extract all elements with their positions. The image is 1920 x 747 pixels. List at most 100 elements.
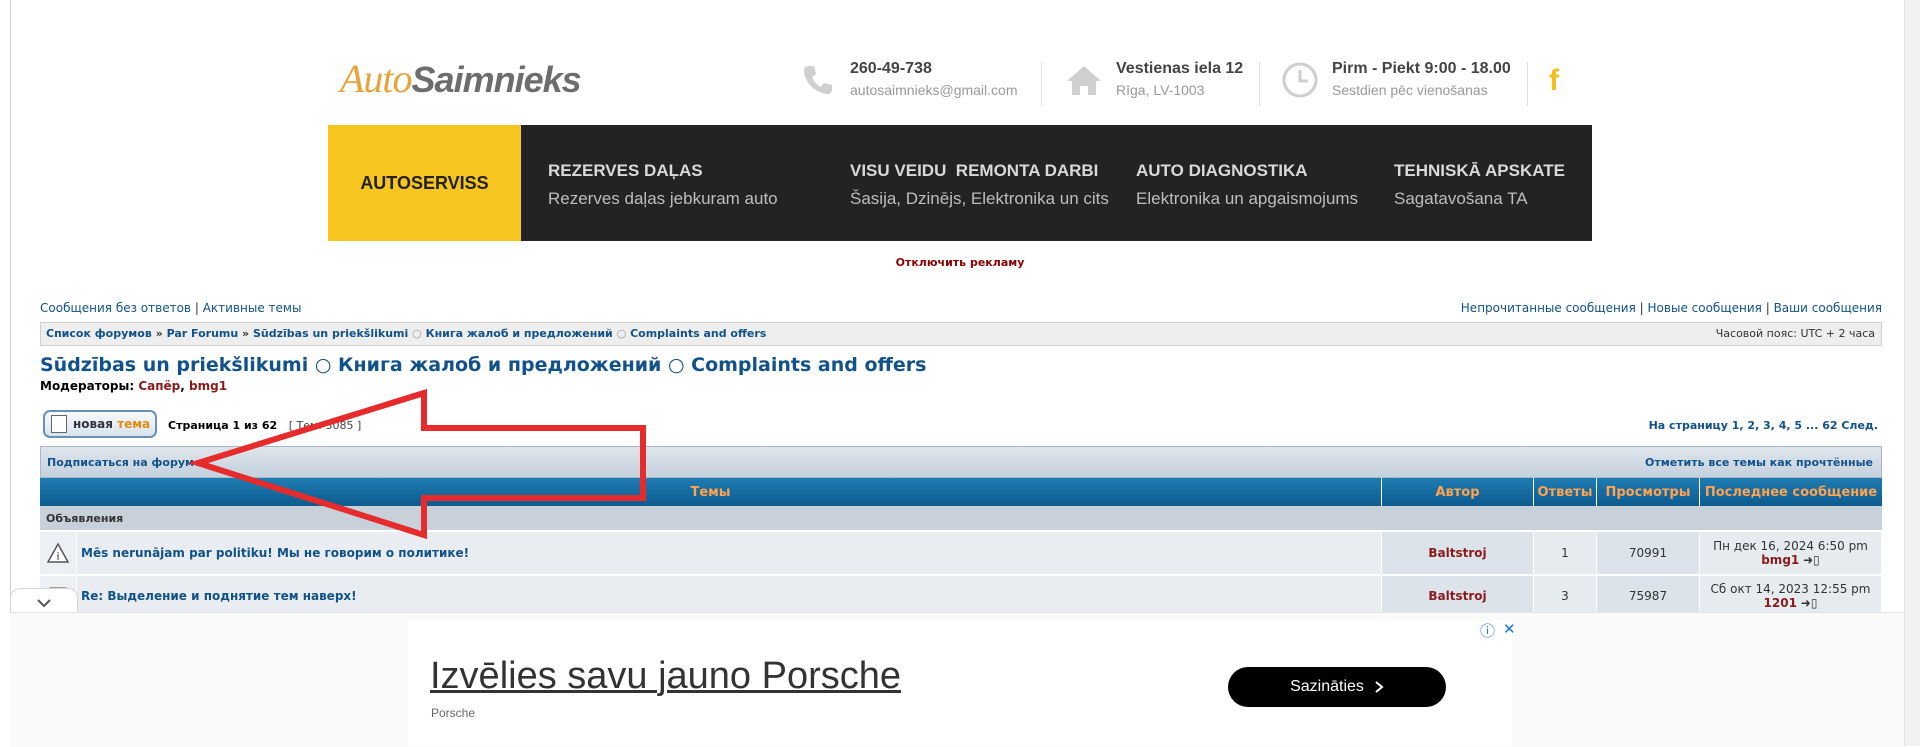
topics-table-header: Темы Автор Ответы Просмотры Последнее со… bbox=[40, 478, 1882, 506]
goto-post-icon[interactable]: ➜▯ bbox=[1801, 596, 1818, 610]
timezone-label: Часовой пояс: UTC + 2 часа bbox=[1715, 327, 1875, 340]
contact-phone: 260-49-738 autosaimnieks@gmail.com bbox=[798, 60, 1018, 100]
view-count: 75987 bbox=[1597, 576, 1700, 616]
moderators: Модераторы: Сапёр, bmg1 bbox=[40, 379, 228, 393]
nav-item-title: TEHNISKĀ APSKATE bbox=[1394, 161, 1565, 180]
scrollbar[interactable] bbox=[1904, 0, 1920, 746]
reply-count: 3 bbox=[1534, 576, 1597, 616]
address-street: Vestienas iela 12 bbox=[1116, 60, 1244, 77]
new-topic-button[interactable]: новая тема bbox=[43, 410, 157, 438]
ad-brand: Porsche bbox=[431, 706, 476, 720]
breadcrumb-complaints[interactable]: Complaints and offers bbox=[630, 327, 766, 340]
active-topics-link[interactable]: Активные темы bbox=[203, 301, 302, 315]
nav-item-remonta[interactable]: VISU VEIDU REMONTA DARBI Šasija, Dzinējs… bbox=[850, 161, 1109, 209]
topic-count: [ Тем: 3085 ] bbox=[288, 419, 362, 432]
breadcrumb-separator: ○ bbox=[616, 327, 627, 340]
table-row: Re: Выделение и поднятие тем наверх! Bal… bbox=[40, 575, 1882, 616]
unanswered-link[interactable]: Сообщения без ответов bbox=[40, 301, 191, 315]
last-post-author[interactable]: bmg1 bbox=[1761, 553, 1799, 567]
header-replies: Ответы bbox=[1534, 478, 1597, 506]
last-post-author[interactable]: 1201 bbox=[1764, 596, 1797, 610]
moderator-link[interactable]: bmg1 bbox=[189, 379, 227, 393]
contact-address: Vestienas iela 12 Rīga, LV-1003 bbox=[1064, 60, 1243, 100]
breadcrumb-sudzibas[interactable]: Sūdzības un priekšlikumi bbox=[253, 327, 408, 340]
section-row: Объявления bbox=[40, 506, 1882, 530]
contact-hours: Pirm - Piekt 9:00 - 18.00 Sestdien pēc v… bbox=[1280, 60, 1511, 100]
quick-links-left: Сообщения без ответов | Активные темы bbox=[40, 301, 301, 315]
pagination[interactable]: На страницу 1, 2, 3, 4, 5 ... 62 След. bbox=[1649, 419, 1878, 432]
breadcrumb-par-forumu[interactable]: Par Forumu bbox=[167, 327, 239, 340]
topic-link[interactable]: Mēs nerunājam par politiku! Мы не говори… bbox=[77, 532, 1382, 574]
header-views: Просмотры bbox=[1597, 478, 1700, 506]
new-topic-label-1: новая bbox=[73, 417, 113, 431]
breadcrumb-separator: » bbox=[155, 327, 163, 340]
ad-controls: ⓘ ✕ bbox=[1480, 620, 1516, 641]
moderators-label: Модераторы: bbox=[40, 379, 135, 393]
hours-saturday: Sestdien pēc vienošanas bbox=[1332, 82, 1488, 98]
subscribe-link[interactable]: Подписаться на форум bbox=[47, 456, 194, 469]
your-posts-link[interactable]: Ваши сообщения bbox=[1774, 301, 1882, 315]
topic-link[interactable]: Re: Выделение и поднятие тем наверх! bbox=[77, 576, 1382, 616]
main-nav: AUTOSERVISS REZERVES DAĻAS Rezerves daļa… bbox=[328, 125, 1592, 241]
phone-icon bbox=[798, 60, 838, 100]
logo-part-saimnieks: Saimnieks bbox=[411, 59, 582, 100]
quick-links-right: Непрочитанные сообщения | Новые сообщени… bbox=[1461, 301, 1882, 315]
nav-item-diagnostika[interactable]: AUTO DIAGNOSTIKA Elektronika un apgaismo… bbox=[1136, 161, 1358, 209]
header-divider bbox=[1259, 62, 1260, 106]
facebook-icon[interactable]: f bbox=[1549, 64, 1559, 98]
disable-ads-link: Отключить рекламу bbox=[0, 256, 1920, 269]
last-post: Пн дек 16, 2024 6:50 pm bmg1 ➜▯ bbox=[1700, 532, 1882, 574]
reply-count: 1 bbox=[1534, 532, 1597, 574]
chevron-right-icon bbox=[1375, 681, 1384, 693]
moderator-link[interactable]: Сапёр bbox=[138, 379, 180, 393]
document-icon bbox=[51, 415, 67, 433]
address-city: Rīga, LV-1003 bbox=[1116, 82, 1205, 98]
ad-cta-button[interactable]: Sazināties bbox=[1228, 667, 1446, 707]
logo-part-auto: Auto bbox=[340, 56, 413, 101]
site-logo[interactable]: AutoSaimnieks bbox=[340, 55, 582, 102]
nav-item-subtitle: Elektronika un apgaismojums bbox=[1136, 189, 1359, 208]
link-separator: | bbox=[1639, 301, 1644, 315]
last-post: Сб окт 14, 2023 12:55 pm 1201 ➜▯ bbox=[1700, 576, 1882, 616]
forum-actions-bar: Подписаться на форум Отметить все темы к… bbox=[40, 446, 1882, 478]
nav-item-title: AUTO DIAGNOSTIKA bbox=[1136, 161, 1308, 180]
breadcrumb-separator: ○ bbox=[412, 327, 422, 340]
header-last-post: Последнее сообщение bbox=[1704, 484, 1878, 500]
nav-item-apskate[interactable]: TEHNISKĀ APSKATE Sagatavošana TA bbox=[1394, 161, 1565, 209]
svg-text:i: i bbox=[56, 550, 59, 563]
new-topic-label: новая тема bbox=[73, 417, 150, 431]
unread-posts-link[interactable]: Непрочитанные сообщения bbox=[1461, 301, 1636, 315]
author-link[interactable]: Baltstroj bbox=[1382, 532, 1534, 574]
ad-headline[interactable]: Izvēlies savu jauno Porsche bbox=[430, 655, 901, 698]
email-address[interactable]: autosaimnieks@gmail.com bbox=[850, 82, 1018, 98]
nav-item-subtitle: Šasija, Dzinējs, Elektronika un cits bbox=[850, 189, 1109, 208]
new-topic-label-2: тема bbox=[117, 417, 151, 431]
disable-ads-text[interactable]: Отключить рекламу bbox=[896, 256, 1025, 269]
new-posts-link[interactable]: Новые сообщения bbox=[1648, 301, 1762, 315]
table-row: i Mēs nerunājam par politiku! Мы не гово… bbox=[40, 531, 1882, 574]
breadcrumb-separator: » bbox=[242, 327, 250, 340]
last-post-date: Сб окт 14, 2023 12:55 pm bbox=[1710, 582, 1871, 596]
breadcrumb-forum-index[interactable]: Список форумов bbox=[46, 327, 152, 340]
nav-autoserviss[interactable]: AUTOSERVISS bbox=[328, 125, 521, 241]
section-label: Объявления bbox=[46, 512, 124, 525]
breadcrumb-kniga[interactable]: Книга жалоб и предложений bbox=[426, 327, 613, 340]
phone-number[interactable]: 260-49-738 bbox=[850, 60, 1018, 78]
goto-post-icon[interactable]: ➜▯ bbox=[1803, 553, 1820, 567]
clock-icon bbox=[1280, 60, 1320, 100]
mark-read-link[interactable]: Отметить все темы как прочтённые bbox=[1645, 456, 1873, 469]
hours-weekdays: Pirm - Piekt 9:00 - 18.00 bbox=[1332, 60, 1511, 77]
chevron-down-icon bbox=[37, 599, 51, 608]
link-separator: | bbox=[194, 301, 199, 315]
ad-close-icon[interactable]: ✕ bbox=[1503, 620, 1516, 641]
header-divider bbox=[1041, 62, 1042, 106]
last-post-date: Пн дек 16, 2024 6:50 pm bbox=[1713, 539, 1868, 553]
header-author: Автор bbox=[1382, 478, 1534, 506]
page-info: Страница 1 из 62 [ Тем: 3085 ] bbox=[168, 419, 361, 432]
home-icon bbox=[1064, 60, 1104, 100]
page-title[interactable]: Sūdzības un priekšlikumi ○ Книга жалоб и… bbox=[40, 354, 927, 376]
ad-info-icon[interactable]: ⓘ bbox=[1480, 620, 1495, 641]
author-link[interactable]: Baltstroj bbox=[1382, 576, 1534, 616]
ad-cta-label: Sazināties bbox=[1290, 678, 1364, 695]
nav-item-rezerves[interactable]: REZERVES DAĻAS Rezerves daļas jebkuram a… bbox=[548, 161, 778, 209]
